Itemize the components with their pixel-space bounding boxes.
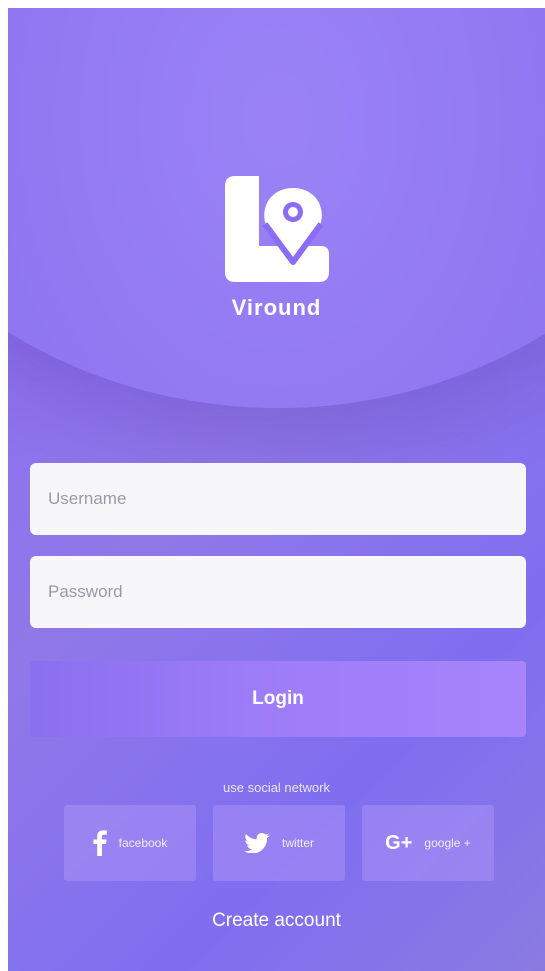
social-caption: use social network	[223, 780, 330, 795]
app-logo-block: Viround	[8, 176, 545, 321]
login-screen: Viround Username Password Login use soci…	[8, 8, 545, 971]
username-placeholder: Username	[48, 489, 127, 508]
facebook-login-button[interactable]: facebook	[64, 805, 196, 881]
twitter-icon	[244, 833, 270, 853]
twitter-label: twitter	[281, 836, 314, 850]
facebook-icon	[93, 830, 107, 856]
username-input[interactable]: Username	[30, 463, 526, 535]
password-placeholder: Password	[48, 582, 123, 601]
location-pin-logo-icon	[224, 176, 329, 282]
twitter-login-button[interactable]: twitter	[213, 805, 345, 881]
password-input[interactable]: Password	[30, 556, 526, 628]
google-plus-login-button[interactable]: G+ google +	[362, 805, 494, 881]
social-login-row: facebook twitter G+ google +	[64, 805, 496, 881]
create-account-link[interactable]: Create account	[8, 910, 545, 932]
google-plus-label: google +	[424, 836, 471, 850]
google-plus-icon: G+	[385, 831, 413, 854]
login-button[interactable]: Login	[30, 661, 526, 737]
brand-name: Viround	[231, 295, 322, 320]
facebook-label: facebook	[118, 836, 168, 850]
